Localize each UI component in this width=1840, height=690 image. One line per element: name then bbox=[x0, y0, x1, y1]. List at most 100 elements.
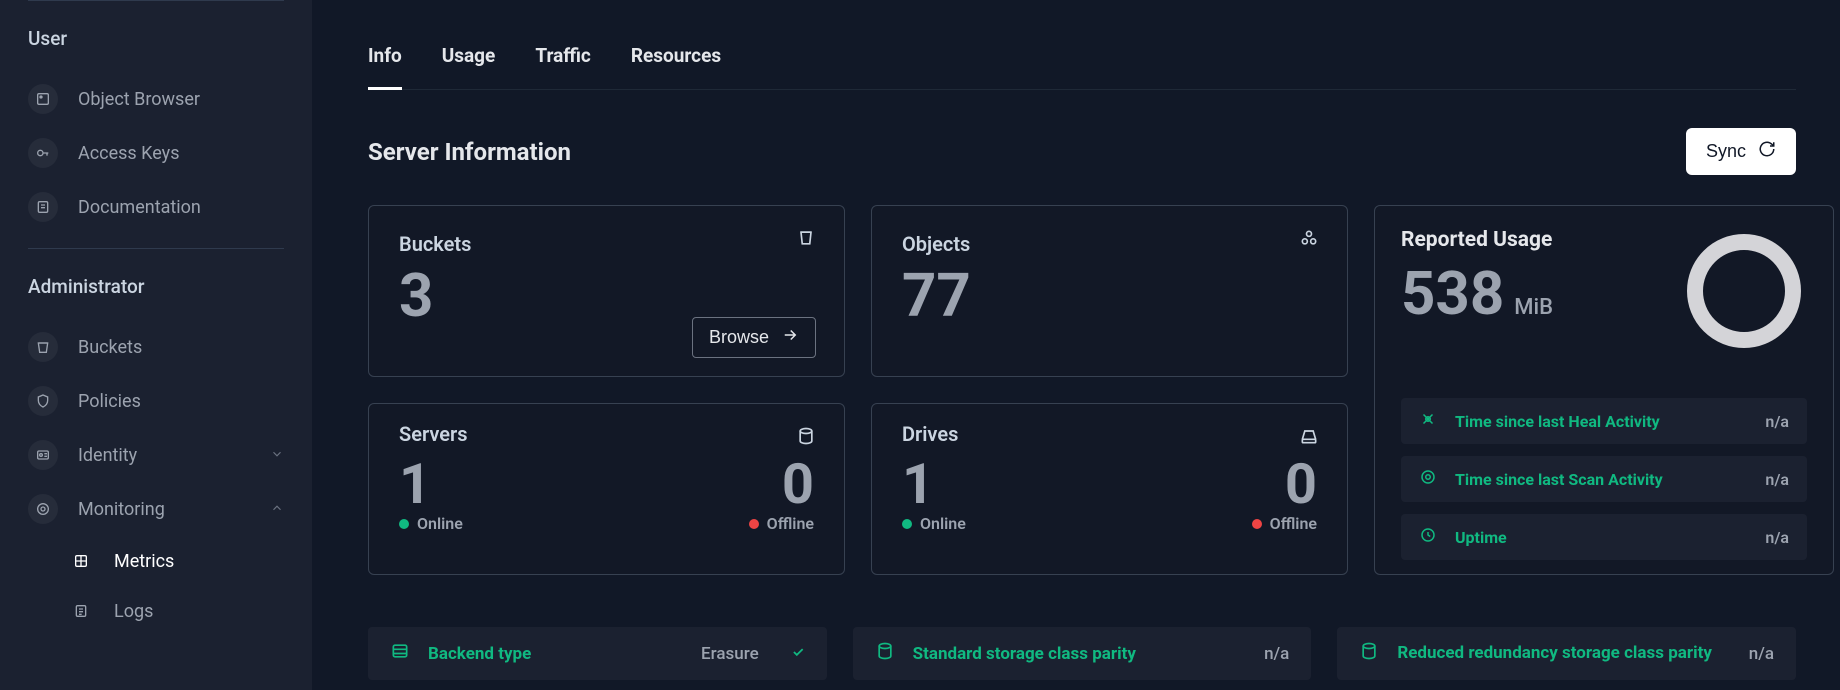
tabs: Info Usage Traffic Resources bbox=[368, 44, 1796, 90]
status-dot-online-icon bbox=[399, 519, 409, 529]
usage-ring-icon bbox=[1687, 234, 1801, 348]
strip-label: Backend type bbox=[428, 644, 683, 664]
nav-identity[interactable]: Identity bbox=[28, 428, 284, 482]
nav-label: Monitoring bbox=[78, 499, 165, 520]
card-reported-usage: Reported Usage 538 MiB Time since last H… bbox=[1374, 205, 1834, 575]
drives-online-value: 1 bbox=[902, 456, 966, 512]
bucket-icon bbox=[28, 332, 58, 362]
nav-documentation[interactable]: Documentation bbox=[28, 180, 284, 234]
status-dot-offline-icon bbox=[749, 519, 759, 529]
nav-label: Access Keys bbox=[78, 143, 179, 164]
refresh-icon bbox=[1758, 140, 1776, 163]
sync-button-label: Sync bbox=[1706, 141, 1746, 162]
drives-offline-label: Offline bbox=[1270, 514, 1317, 533]
strip-value: n/a bbox=[1749, 644, 1774, 664]
usage-row-heal: Time since last Heal Activity n/a bbox=[1401, 398, 1807, 444]
key-icon bbox=[28, 138, 58, 168]
card-objects-label: Objects bbox=[902, 232, 1317, 256]
usage-row-label: Uptime bbox=[1455, 528, 1747, 547]
nav-label: Buckets bbox=[78, 337, 142, 358]
document-icon bbox=[28, 192, 58, 222]
status-dot-online-icon bbox=[902, 519, 912, 529]
check-icon bbox=[791, 644, 805, 664]
dashboard-grid: Buckets 3 Browse Objects 77 bbox=[368, 205, 1796, 575]
drive-icon bbox=[1299, 426, 1319, 450]
card-drives: Drives 1 Online 0 Offline bbox=[871, 403, 1348, 575]
status-dot-offline-icon bbox=[1252, 519, 1262, 529]
list-icon bbox=[390, 641, 410, 666]
usage-row-value: n/a bbox=[1765, 528, 1789, 547]
tab-resources[interactable]: Resources bbox=[631, 44, 721, 89]
sidebar: User Object Browser Access Keys Document… bbox=[0, 0, 312, 690]
drives-online-label: Online bbox=[920, 514, 966, 533]
drives-offline-value: 0 bbox=[1252, 456, 1317, 512]
nav-label: Logs bbox=[114, 601, 153, 622]
nav-logs[interactable]: Logs bbox=[28, 586, 284, 636]
chevron-down-icon bbox=[270, 445, 284, 466]
usage-row-label: Time since last Heal Activity bbox=[1455, 412, 1747, 431]
card-drives-label: Drives bbox=[902, 422, 1317, 446]
nav-buckets[interactable]: Buckets bbox=[28, 320, 284, 374]
sidebar-section-divider bbox=[28, 248, 284, 249]
usage-unit: MiB bbox=[1514, 295, 1553, 320]
nav-metrics[interactable]: Metrics bbox=[28, 536, 284, 586]
browser-icon bbox=[28, 84, 58, 114]
strip-reduced-parity: Reduced redundancy storage class parity … bbox=[1337, 627, 1796, 680]
strip-value: n/a bbox=[1264, 644, 1289, 664]
strip-label: Reduced redundancy storage class parity bbox=[1397, 643, 1730, 664]
bucket-icon bbox=[796, 228, 816, 252]
scan-icon bbox=[1419, 468, 1437, 490]
strip-backend-type: Backend type Erasure bbox=[368, 627, 827, 680]
logs-icon bbox=[68, 598, 94, 624]
strip-standard-parity: Standard storage class parity n/a bbox=[853, 627, 1312, 680]
server-icon bbox=[796, 426, 816, 450]
nav-label: Documentation bbox=[78, 197, 201, 218]
tab-usage[interactable]: Usage bbox=[442, 44, 496, 89]
usage-row-scan: Time since last Scan Activity n/a bbox=[1401, 456, 1807, 502]
card-buckets-label: Buckets bbox=[399, 232, 814, 256]
strip-label: Standard storage class parity bbox=[913, 644, 1246, 664]
main-content: Info Usage Traffic Resources Server Info… bbox=[312, 0, 1840, 690]
tab-traffic[interactable]: Traffic bbox=[535, 44, 591, 89]
metrics-icon bbox=[68, 548, 94, 574]
tab-info[interactable]: Info bbox=[368, 44, 402, 90]
shield-icon bbox=[28, 386, 58, 416]
nav-access-keys[interactable]: Access Keys bbox=[28, 126, 284, 180]
nav-object-browser[interactable]: Object Browser bbox=[28, 72, 284, 126]
page-title: Server Information bbox=[368, 138, 571, 166]
usage-row-uptime: Uptime n/a bbox=[1401, 514, 1807, 560]
usage-title: Reported Usage bbox=[1401, 228, 1553, 252]
browse-button[interactable]: Browse bbox=[692, 317, 816, 358]
servers-online-value: 1 bbox=[399, 456, 463, 512]
strip-value: Erasure bbox=[701, 644, 759, 664]
objects-icon bbox=[1299, 228, 1319, 252]
arrow-right-icon bbox=[781, 326, 799, 349]
servers-online-label: Online bbox=[417, 514, 463, 533]
sidebar-section-admin-title: Administrator bbox=[28, 275, 284, 298]
card-servers-label: Servers bbox=[399, 422, 814, 446]
storage-icon bbox=[875, 641, 895, 666]
sidebar-section-user-title: User bbox=[28, 27, 284, 50]
usage-row-value: n/a bbox=[1765, 412, 1789, 431]
heal-icon bbox=[1419, 410, 1437, 432]
usage-row-label: Time since last Scan Activity bbox=[1455, 470, 1747, 489]
card-buckets: Buckets 3 Browse bbox=[368, 205, 845, 377]
clock-icon bbox=[1419, 526, 1437, 548]
sidebar-top-divider bbox=[28, 0, 284, 1]
nav-label: Policies bbox=[78, 391, 141, 412]
title-bar: Server Information Sync bbox=[368, 128, 1796, 175]
nav-label: Object Browser bbox=[78, 89, 200, 110]
identity-icon bbox=[28, 440, 58, 470]
monitoring-icon bbox=[28, 494, 58, 524]
nav-monitoring[interactable]: Monitoring bbox=[28, 482, 284, 536]
nav-policies[interactable]: Policies bbox=[28, 374, 284, 428]
card-servers: Servers 1 Online 0 Offline bbox=[368, 403, 845, 575]
card-objects: Objects 77 bbox=[871, 205, 1348, 377]
sync-button[interactable]: Sync bbox=[1686, 128, 1796, 175]
nav-label: Identity bbox=[78, 445, 137, 466]
browse-button-label: Browse bbox=[709, 327, 769, 348]
storage-icon bbox=[1359, 641, 1379, 666]
servers-offline-label: Offline bbox=[767, 514, 814, 533]
card-objects-value: 77 bbox=[902, 266, 1317, 326]
info-strips: Backend type Erasure Standard storage cl… bbox=[368, 627, 1796, 680]
